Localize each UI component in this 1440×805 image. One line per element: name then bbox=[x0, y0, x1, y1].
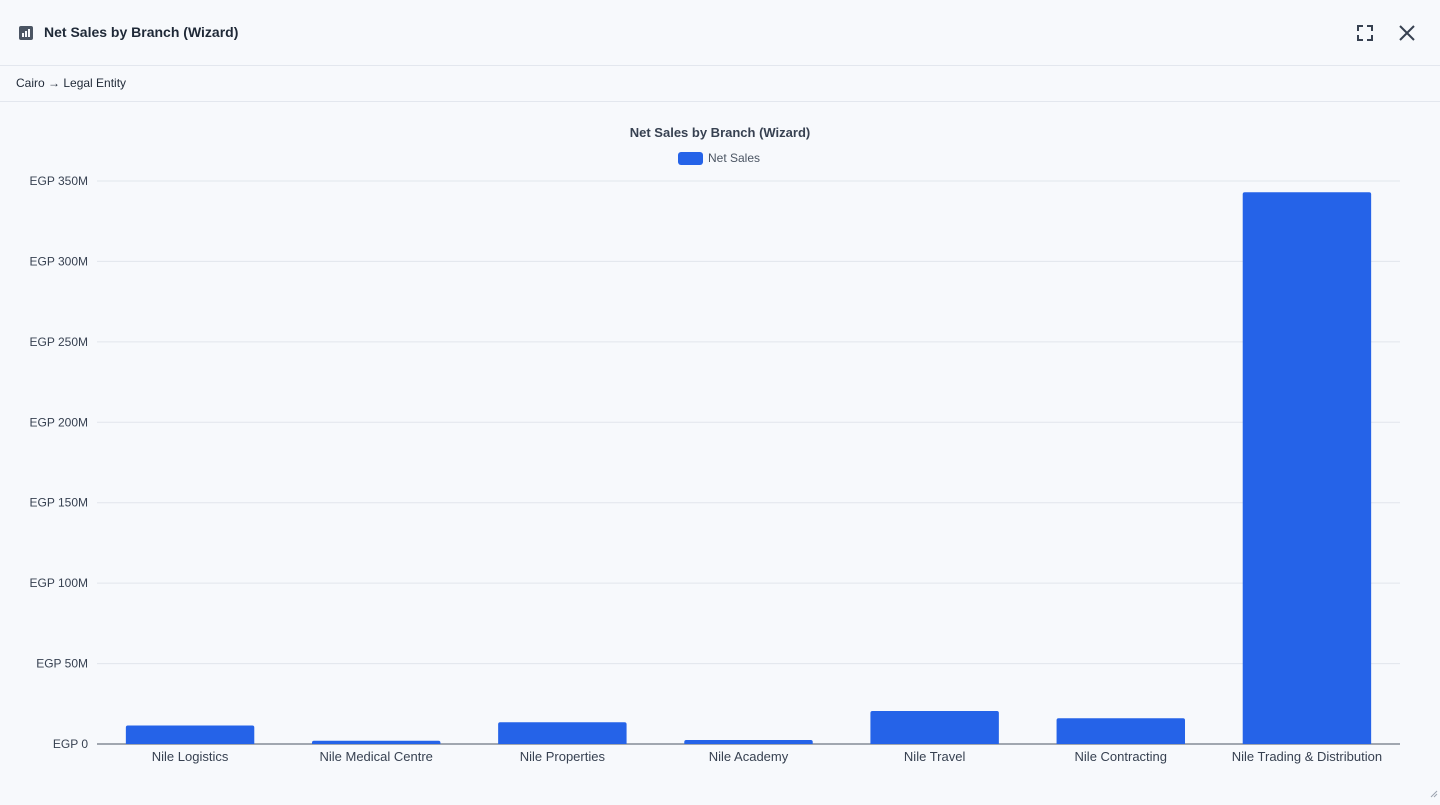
x-tick-label: Nile Properties bbox=[520, 749, 606, 764]
x-tick-label: Nile Trading & Distribution bbox=[1232, 749, 1382, 764]
dialog-title: Net Sales by Branch (Wizard) bbox=[44, 24, 239, 40]
legend-swatch bbox=[678, 152, 703, 165]
bar-nile-properties[interactable] bbox=[498, 722, 627, 744]
breadcrumb-text: Cairo → Legal Entity bbox=[16, 76, 127, 90]
legend-label: Net Sales bbox=[708, 151, 760, 165]
y-tick-label: EGP 100M bbox=[30, 576, 88, 590]
bar-nile-medical-centre[interactable] bbox=[311, 740, 441, 744]
chart-title: Net Sales by Branch (Wizard) bbox=[630, 125, 810, 140]
y-tick-label: EGP 200M bbox=[30, 415, 88, 429]
bar-nile-academy[interactable] bbox=[684, 739, 813, 744]
close-icon[interactable] bbox=[1396, 22, 1418, 44]
dialog-header: Net Sales by Branch (Wizard) bbox=[0, 0, 1440, 66]
bar-nile-trading-distribution[interactable] bbox=[1242, 192, 1372, 744]
bar-nile-logistics[interactable] bbox=[125, 725, 255, 744]
x-tick-label: Nile Travel bbox=[904, 749, 966, 764]
bar-nile-travel[interactable] bbox=[870, 711, 999, 744]
y-tick-label: EGP 150M bbox=[30, 496, 88, 510]
net-sales-bar-chart: Net Sales by Branch (Wizard) Net Sales E… bbox=[30, 125, 1400, 764]
bar-nile-contracting[interactable] bbox=[1056, 718, 1186, 744]
y-tick-label: EGP 50M bbox=[36, 657, 88, 671]
y-tick-label: EGP 350M bbox=[30, 174, 88, 188]
chart-legend[interactable]: Net Sales bbox=[678, 151, 760, 165]
expand-icon[interactable] bbox=[1354, 22, 1376, 44]
chart-area: Net Sales by Branch (Wizard) Net Sales E… bbox=[0, 102, 1440, 800]
resize-grip-icon[interactable] bbox=[1428, 788, 1438, 798]
bar-chart-icon bbox=[19, 26, 33, 40]
y-tick-label: EGP 300M bbox=[30, 254, 88, 268]
x-tick-label: Nile Contracting bbox=[1075, 749, 1168, 764]
y-tick-label: EGP 250M bbox=[30, 335, 88, 349]
y-tick-label: EGP 0 bbox=[53, 737, 88, 751]
x-tick-label: Nile Medical Centre bbox=[319, 749, 432, 764]
x-tick-label: Nile Academy bbox=[709, 749, 789, 764]
x-tick-label: Nile Logistics bbox=[152, 749, 229, 764]
breadcrumb: Cairo → Legal Entity bbox=[0, 66, 1440, 102]
